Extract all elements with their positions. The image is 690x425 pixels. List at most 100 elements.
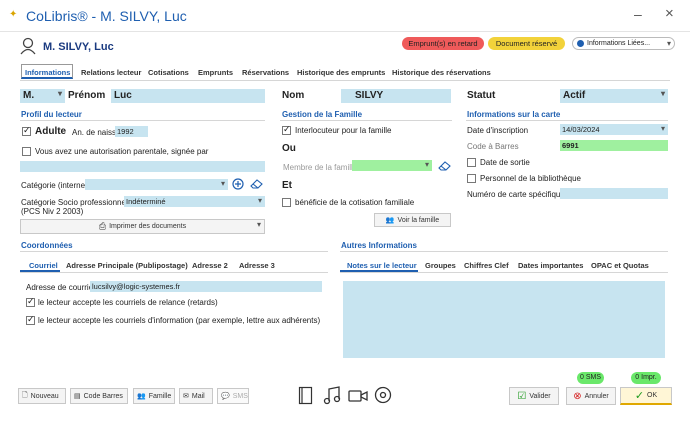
notes-textarea[interactable] [343, 281, 665, 358]
tab-emprunts[interactable]: Emprunts [198, 68, 233, 77]
family-section-title: Gestion de la Famille [282, 110, 363, 119]
barcode-button[interactable]: ▤ Code Barres [70, 388, 128, 404]
ok-label: OK [647, 392, 658, 399]
see-family-label: Voir la famille [397, 216, 440, 224]
print-documents-button[interactable]: ⎙ Imprimer des documents [20, 219, 265, 234]
minimize-button[interactable]: – [634, 6, 642, 22]
adult-label: Adulte [35, 126, 67, 137]
family-eraser-icon[interactable] [438, 160, 451, 171]
app-logo-icon: ✦ [9, 9, 18, 20]
barcode-button-label: Code Barres [83, 392, 123, 400]
ok-button[interactable]: ✓ OK [620, 387, 672, 405]
video-icon[interactable] [348, 388, 368, 404]
tab-adresse-2[interactable]: Adresse 2 [192, 261, 228, 270]
mail-button[interactable]: ✉ Mail [179, 388, 213, 404]
exit-date-label: Date de sortie [480, 158, 530, 167]
email-label: Adresse de courriel [26, 283, 95, 292]
linked-info-dropdown[interactable]: Informations Liées... [572, 37, 675, 50]
tab-historique-reservations[interactable]: Historique des réservations [392, 68, 491, 77]
family-member-select[interactable] [352, 160, 432, 171]
email-input[interactable]: lucsilvy@logic-systemes.fr [90, 281, 322, 292]
parental-checkbox[interactable] [22, 147, 31, 156]
book-icon[interactable] [298, 386, 314, 406]
specific-card-label: Numéro de carte spécifique [467, 190, 565, 199]
registration-date-value: 14/03/2024 [562, 125, 600, 134]
tab-informations[interactable]: Informations [25, 68, 70, 77]
music-icon[interactable] [323, 386, 341, 406]
info-emails-checkbox[interactable] [26, 314, 35, 325]
interlocutor-checkbox[interactable] [282, 124, 291, 135]
registration-date-input[interactable]: 14/03/2024 [560, 124, 668, 135]
print-counter-badge: 0 Impr. [631, 372, 661, 384]
tab-courriel[interactable]: Courriel [29, 261, 58, 270]
validate-button[interactable]: ☑ Valider [509, 387, 559, 405]
tab-historique-emprunts[interactable]: Historique des emprunts [297, 68, 385, 77]
parental-label: Vous avez une autorisation parentale, si… [35, 147, 209, 156]
tab-adresse-3[interactable]: Adresse 3 [239, 261, 275, 270]
exit-date-checkbox[interactable] [467, 158, 476, 167]
birth-year-label: An. de naiss. [72, 128, 119, 137]
tab-reservations[interactable]: Réservations [242, 68, 289, 77]
validate-label: Valider [529, 392, 551, 400]
tab-groupes[interactable]: Groupes [425, 261, 456, 270]
adult-checkbox[interactable] [22, 125, 31, 136]
specific-card-input[interactable] [560, 188, 668, 199]
status-label: Statut [467, 90, 496, 101]
cancel-label: Annuler [584, 392, 609, 400]
validate-check-icon: ☑ [517, 390, 527, 402]
disc-icon[interactable] [374, 386, 392, 404]
window-title: CoLibris® - M. SILVY, Luc [26, 8, 187, 24]
cancel-button[interactable]: ⊗ Annuler [566, 387, 616, 405]
new-button[interactable]: 🗋 Nouveau [18, 388, 66, 404]
family-button-label: Famille [148, 392, 172, 400]
lastname-input[interactable]: SILVY [341, 89, 451, 103]
printer-icon: ⎙ [98, 221, 107, 231]
print-documents-label: Imprimer des documents [109, 223, 187, 230]
see-family-button[interactable]: 👥 Voir la famille [374, 213, 451, 227]
status-select[interactable]: Actif [560, 89, 668, 103]
reserved-doc-badge[interactable]: Document réservé [488, 37, 565, 50]
reminders-label: le lecteur accepte les courriels de rela… [38, 298, 218, 307]
ok-check-icon: ✓ [634, 390, 645, 402]
birth-year-input[interactable]: 1992 [115, 126, 148, 137]
tab-notes[interactable]: Notes sur le lecteur [347, 261, 417, 270]
staff-checkbox[interactable] [467, 174, 476, 183]
family-button[interactable]: 👥 Famille [133, 388, 175, 404]
parental-signer-input[interactable] [20, 161, 265, 172]
user-icon [20, 37, 36, 55]
eraser-icon[interactable] [250, 178, 263, 189]
firstname-input[interactable]: Luc [111, 89, 265, 103]
civility-select[interactable]: M. [20, 89, 65, 103]
close-button[interactable]: × [665, 5, 674, 22]
sms-counter-badge: 0 SMS [577, 372, 604, 384]
lastname-label: Nom [282, 90, 305, 101]
info-icon [577, 40, 584, 47]
sms-button[interactable]: 💬 SMS [217, 388, 249, 404]
barcode-input[interactable]: 6991 [560, 140, 668, 151]
mail-icon: ✉ [183, 393, 189, 400]
tab-cotisations[interactable]: Cotisations [148, 68, 189, 77]
late-loans-badge[interactable]: Emprunt(s) en retard [402, 37, 484, 50]
tab-adresse-principale[interactable]: Adresse Principale (Publipostage) [66, 261, 188, 270]
socio-select[interactable]: Indéterminé [124, 196, 265, 207]
interlocutor-label: Interlocuteur pour la famille [295, 126, 392, 135]
tab-opac-quotas[interactable]: OPAC et Quotas [591, 261, 649, 270]
add-icon[interactable] [232, 178, 244, 190]
civility-value: M. [23, 90, 35, 101]
title-bar: ✦ CoLibris® - M. SILVY, Luc – × [0, 0, 690, 32]
linked-info-label: Informations Liées... [587, 40, 651, 47]
tab-relations[interactable]: Relations lecteur [81, 68, 141, 77]
tab-chiffres-clef[interactable]: Chiffres Clef [464, 261, 509, 270]
category-select[interactable] [85, 179, 228, 190]
sms-label: SMS [232, 392, 248, 400]
socio-label: Catégorie Socio professionnelle [21, 198, 134, 207]
contacts-section-title: Coordonnées [21, 241, 73, 250]
family-benefit-checkbox[interactable] [282, 198, 291, 207]
tab-dates-importantes[interactable]: Dates importantes [518, 261, 583, 270]
card-section-title: Informations sur la carte [467, 110, 561, 119]
reminders-checkbox[interactable] [26, 296, 35, 307]
family-people-icon: 👥 [385, 217, 395, 224]
status-value: Actif [563, 90, 586, 101]
new-label: Nouveau [30, 392, 59, 400]
new-doc-icon: 🗋 [22, 391, 28, 399]
